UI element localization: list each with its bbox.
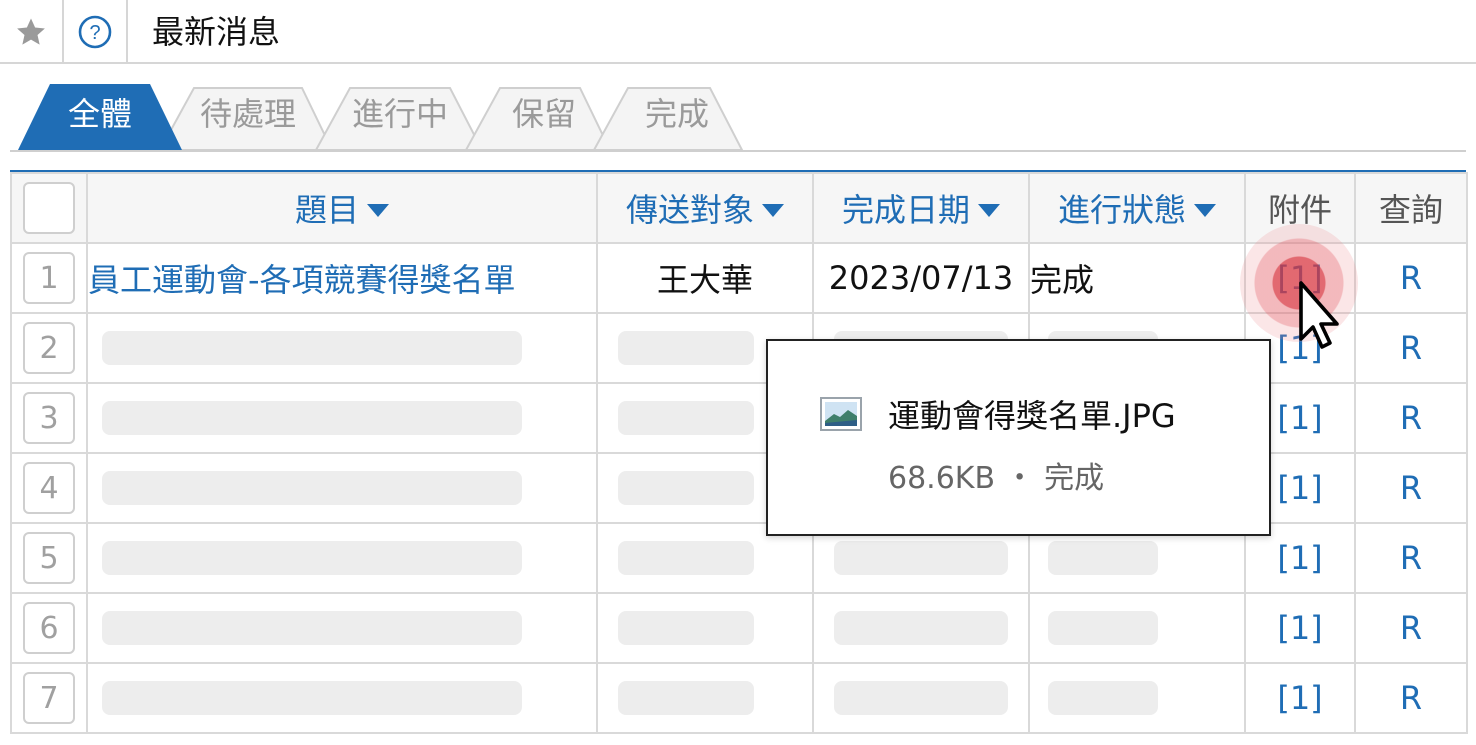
help-button[interactable]: ?: [64, 0, 128, 64]
date-placeholder: [834, 541, 1008, 575]
column-header-status[interactable]: 進行狀態: [1028, 172, 1246, 244]
select-all-cell: [10, 172, 88, 244]
column-header-recipient[interactable]: 傳送對象: [596, 172, 814, 244]
row-recipient: 王大華: [596, 242, 814, 314]
table-row: 7 [1] R: [10, 662, 1468, 734]
status-placeholder: [1048, 681, 1158, 715]
attachment-link[interactable]: [1]: [1244, 592, 1356, 664]
title-placeholder: [102, 471, 522, 505]
select-all-checkbox[interactable]: [23, 182, 75, 234]
mouse-pointer-icon: [1299, 281, 1339, 349]
column-header-query: 查詢: [1354, 172, 1468, 244]
status-placeholder: [1048, 611, 1158, 645]
row-date: 2023/07/13: [812, 242, 1030, 314]
column-header-attachment: 附件: [1244, 172, 1356, 244]
attachment-popover: 運動會得獎名單.JPG 68.6KB ・ 完成: [766, 339, 1271, 536]
query-link[interactable]: R: [1354, 452, 1468, 524]
attachment-file-name[interactable]: 運動會得獎名單.JPG: [888, 391, 1176, 437]
query-link[interactable]: R: [1354, 522, 1468, 594]
recipient-placeholder: [618, 401, 754, 435]
star-icon: [17, 18, 45, 45]
title-placeholder: [102, 541, 522, 575]
image-file-icon: [820, 397, 862, 431]
recipient-placeholder: [618, 331, 754, 365]
row-number[interactable]: 6: [23, 602, 75, 654]
status-tabs: 全體 待處理 進行中 保留 完成: [10, 80, 1466, 152]
title-placeholder: [102, 681, 522, 715]
row-number[interactable]: 5: [23, 532, 75, 584]
row-number[interactable]: 2: [23, 322, 75, 374]
row-number[interactable]: 1: [23, 252, 75, 304]
title-placeholder: [102, 331, 522, 365]
svg-text:?: ?: [89, 22, 100, 44]
row-number[interactable]: 7: [23, 672, 75, 724]
title-placeholder: [102, 611, 522, 645]
title-placeholder: [102, 401, 522, 435]
sort-down-icon: [1194, 203, 1216, 217]
row-number[interactable]: 4: [23, 462, 75, 514]
query-link[interactable]: R: [1354, 592, 1468, 664]
recipient-placeholder: [618, 541, 754, 575]
sort-down-icon: [367, 203, 389, 217]
column-header-date[interactable]: 完成日期: [812, 172, 1030, 244]
sort-down-icon: [762, 203, 784, 217]
tab-completed-label: 完成: [644, 95, 709, 133]
row-status: 完成: [1028, 242, 1246, 314]
tab-all-label: 全體: [67, 95, 132, 133]
tab-pending-label: 待處理: [199, 95, 296, 133]
query-link[interactable]: R: [1354, 312, 1468, 384]
table-row: 6 [1] R: [10, 592, 1468, 664]
date-placeholder: [834, 681, 1008, 715]
top-bar: ? 最新消息: [0, 0, 1476, 64]
table-header-row: 題目 傳送對象 完成日期 進行狀態 附件 查詢: [10, 172, 1468, 244]
row-number[interactable]: 3: [23, 392, 75, 444]
page-title: 最新消息: [152, 13, 281, 51]
sort-down-icon: [978, 203, 1000, 217]
attachment-file-meta: 68.6KB ・ 完成: [888, 461, 1105, 496]
attachment-link[interactable]: [1]: [1244, 662, 1356, 734]
tab-in-progress-label: 進行中: [351, 95, 448, 133]
query-link[interactable]: R: [1354, 382, 1468, 454]
query-link[interactable]: R: [1354, 242, 1468, 314]
table-row: 1 員工運動會-各項競賽得獎名單 王大華 2023/07/13 完成 [1] R: [10, 242, 1468, 314]
recipient-placeholder: [618, 471, 754, 505]
recipient-placeholder: [618, 611, 754, 645]
row-title-link[interactable]: 員工運動會-各項競賽得獎名單: [86, 242, 598, 314]
recipient-placeholder: [618, 681, 754, 715]
column-header-title[interactable]: 題目: [86, 172, 598, 244]
help-circle-icon: ?: [78, 15, 112, 49]
date-placeholder: [834, 611, 1008, 645]
status-placeholder: [1048, 541, 1158, 575]
tab-on-hold-label: 保留: [511, 95, 576, 133]
favorite-button[interactable]: [0, 0, 64, 64]
query-link[interactable]: R: [1354, 662, 1468, 734]
